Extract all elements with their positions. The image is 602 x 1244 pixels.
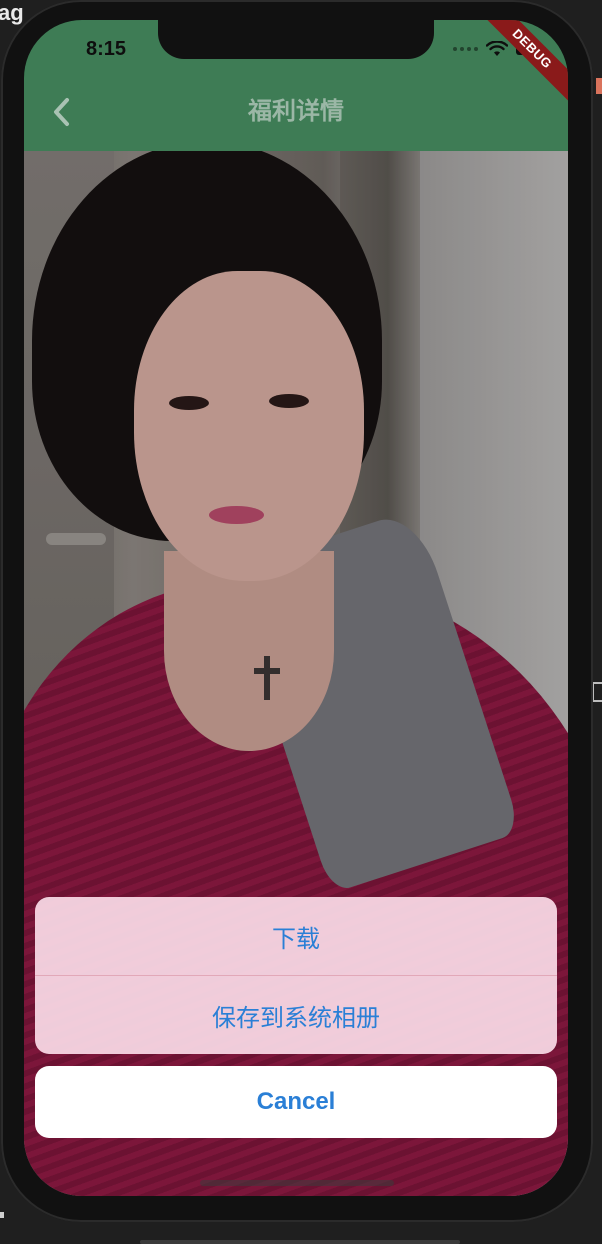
signal-icon — [453, 47, 478, 51]
desktop-accent-mark — [596, 78, 602, 94]
phone-screen: 8:15 DEBUG 福利详情 下载 保存到系统相册 Cancel — [24, 20, 568, 1196]
wifi-icon — [486, 41, 508, 56]
action-sheet: 下载 保存到系统相册 — [35, 897, 557, 1054]
save-to-album-button[interactable]: 保存到系统相册 — [35, 976, 557, 1054]
desktop-bottom-line — [140, 1240, 460, 1244]
home-indicator — [200, 1180, 394, 1186]
phone-notch — [158, 20, 434, 59]
cancel-button[interactable]: Cancel — [35, 1066, 557, 1138]
desktop-corner-text: ag — [0, 0, 24, 25]
desktop-dot — [0, 1212, 4, 1218]
desktop-window-edge — [592, 682, 602, 702]
download-button[interactable]: 下载 — [35, 897, 557, 975]
status-time: 8:15 — [85, 38, 127, 60]
page-title: 福利详情 — [248, 98, 344, 125]
phone-frame: 8:15 DEBUG 福利详情 下载 保存到系统相册 Cancel — [1, 0, 593, 1222]
debug-banner: DEBUG — [474, 20, 568, 107]
